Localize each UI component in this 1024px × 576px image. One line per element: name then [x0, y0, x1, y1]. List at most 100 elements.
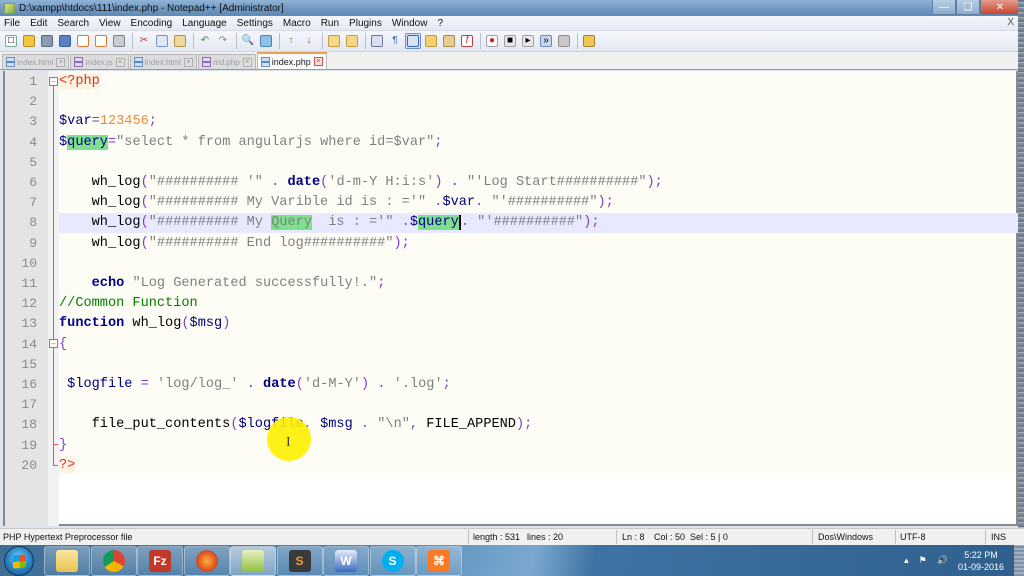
- code-line[interactable]: [5, 355, 1018, 375]
- open-folder-icon[interactable]: [581, 33, 597, 49]
- menu-window[interactable]: Window: [387, 18, 433, 29]
- function-list-icon[interactable]: f: [459, 33, 475, 49]
- status-lines: lines : 20: [527, 532, 564, 542]
- close-button[interactable]: ✕: [980, 0, 1020, 15]
- user-defined-lang-icon[interactable]: [423, 33, 439, 49]
- save-all-icon[interactable]: [57, 33, 73, 49]
- clock[interactable]: 5:22 PM 01-09-2016: [958, 549, 1004, 573]
- code-token: ;: [377, 276, 386, 291]
- code-line[interactable]: [5, 254, 1018, 274]
- doc-map-icon[interactable]: [441, 33, 457, 49]
- code-line[interactable]: [5, 436, 1018, 456]
- menu-macro[interactable]: Macro: [278, 18, 316, 29]
- code-line[interactable]: [5, 92, 1018, 112]
- file-icon: [133, 57, 143, 67]
- replace-icon[interactable]: [258, 33, 274, 49]
- menu-language[interactable]: Language: [177, 18, 232, 29]
- stop-macro-icon[interactable]: ■: [502, 33, 518, 49]
- code-token: ?>: [59, 457, 76, 473]
- volume-icon[interactable]: 🔊: [937, 555, 948, 566]
- tab-index-html[interactable]: index.html ×: [2, 54, 70, 69]
- sync-vertical-icon[interactable]: [326, 33, 342, 49]
- sync-horizontal-icon[interactable]: [344, 33, 360, 49]
- undo-icon[interactable]: ↶: [197, 33, 213, 49]
- code-token: );: [646, 175, 663, 190]
- taskbar-notepad-plus-plus[interactable]: [230, 546, 276, 576]
- tab-close-icon[interactable]: ×: [184, 57, 194, 67]
- save-macro-icon[interactable]: [556, 33, 572, 49]
- taskbar-xampp[interactable]: ⌘: [416, 546, 462, 576]
- tab-md-php[interactable]: md.php ×: [198, 54, 256, 69]
- save-icon[interactable]: [39, 33, 55, 49]
- tab-close-icon[interactable]: ×: [115, 57, 125, 67]
- taskbar-windows-explorer[interactable]: [44, 546, 90, 576]
- code-line[interactable]: [5, 335, 1018, 355]
- taskbar-microsoft-word[interactable]: W: [323, 546, 369, 576]
- tab-index-html[interactable]: index.html ×: [129, 54, 198, 69]
- code-token: .: [360, 417, 370, 433]
- code-token: {: [59, 336, 68, 352]
- print-icon[interactable]: [111, 33, 127, 49]
- line-number: 11: [21, 276, 37, 291]
- code-token: (: [140, 175, 149, 190]
- taskbar-google-chrome[interactable]: [90, 546, 137, 576]
- tab-index-php[interactable]: index.php ×: [256, 52, 327, 69]
- play-macro-icon[interactable]: ▸: [520, 33, 536, 49]
- menu-edit[interactable]: Edit: [25, 18, 52, 29]
- open-file-icon[interactable]: [21, 33, 37, 49]
- code-text: ?>: [59, 456, 76, 476]
- code-token: (: [140, 215, 149, 231]
- code-line[interactable]: [5, 112, 1018, 132]
- tab-close-icon[interactable]: ×: [242, 57, 252, 67]
- status-column: Col : 50: [654, 532, 686, 542]
- minimize-button[interactable]: —: [932, 0, 956, 15]
- fold-toggle-php-block[interactable]: –: [49, 77, 58, 86]
- status-divider: [895, 530, 896, 544]
- indent-guide-icon[interactable]: [405, 33, 421, 49]
- run-macro-multiple-icon[interactable]: »: [538, 33, 554, 49]
- menu-plugins[interactable]: Plugins: [344, 18, 387, 29]
- close-icon[interactable]: [75, 33, 91, 49]
- fold-toggle-function[interactable]: –: [49, 339, 58, 348]
- zoom-in-icon[interactable]: ↑: [283, 33, 299, 49]
- code-line[interactable]: [5, 153, 1018, 173]
- redo-icon[interactable]: ↷: [215, 33, 231, 49]
- tab-close-icon[interactable]: ×: [313, 57, 323, 66]
- line-number: 18: [21, 417, 37, 433]
- taskbar-filezilla[interactable]: Fz: [137, 546, 183, 576]
- new-file-icon[interactable]: □: [3, 33, 19, 49]
- action-center-flag-icon[interactable]: ⚑: [919, 555, 927, 566]
- show-desktop-button[interactable]: [1014, 545, 1024, 576]
- restore-button[interactable]: ❏: [956, 0, 980, 15]
- tab-close-icon[interactable]: ×: [56, 57, 66, 67]
- word-wrap-icon[interactable]: [369, 33, 385, 49]
- show-all-chars-icon[interactable]: ¶: [387, 33, 403, 49]
- copy-icon[interactable]: [154, 33, 170, 49]
- start-button[interactable]: [4, 546, 34, 576]
- menu-help[interactable]: ?: [432, 18, 448, 29]
- paste-icon[interactable]: [172, 33, 188, 49]
- menu-view[interactable]: View: [94, 18, 126, 29]
- find-icon[interactable]: 🔍: [240, 33, 256, 49]
- taskbar-skype[interactable]: S: [369, 546, 416, 576]
- menu-search[interactable]: Search: [52, 18, 94, 29]
- zoom-out-icon[interactable]: ↓: [301, 33, 317, 49]
- close-all-icon[interactable]: [93, 33, 109, 49]
- code-line[interactable]: [5, 72, 1018, 92]
- taskbar-sublime-text[interactable]: S: [276, 546, 323, 576]
- menu-run[interactable]: Run: [316, 18, 344, 29]
- show-hidden-icons-icon[interactable]: ▴: [904, 555, 909, 566]
- code-line[interactable]: [5, 456, 1018, 476]
- editor[interactable]: 1 <?php 2 3 $var=123456; 4 $query="select * fr…: [3, 71, 1018, 526]
- code-line[interactable]: [5, 395, 1018, 415]
- line-number: 10: [21, 255, 37, 271]
- cut-icon[interactable]: ✂: [136, 33, 152, 49]
- tab-index-js[interactable]: index.js ×: [70, 54, 129, 69]
- menu-file[interactable]: File: [0, 18, 25, 29]
- menu-encoding[interactable]: Encoding: [126, 18, 178, 29]
- record-macro-icon[interactable]: ●: [484, 33, 500, 49]
- taskbar-firefox[interactable]: [183, 546, 230, 576]
- menu-settings[interactable]: Settings: [232, 18, 278, 29]
- close-document-icon[interactable]: X: [1007, 17, 1014, 28]
